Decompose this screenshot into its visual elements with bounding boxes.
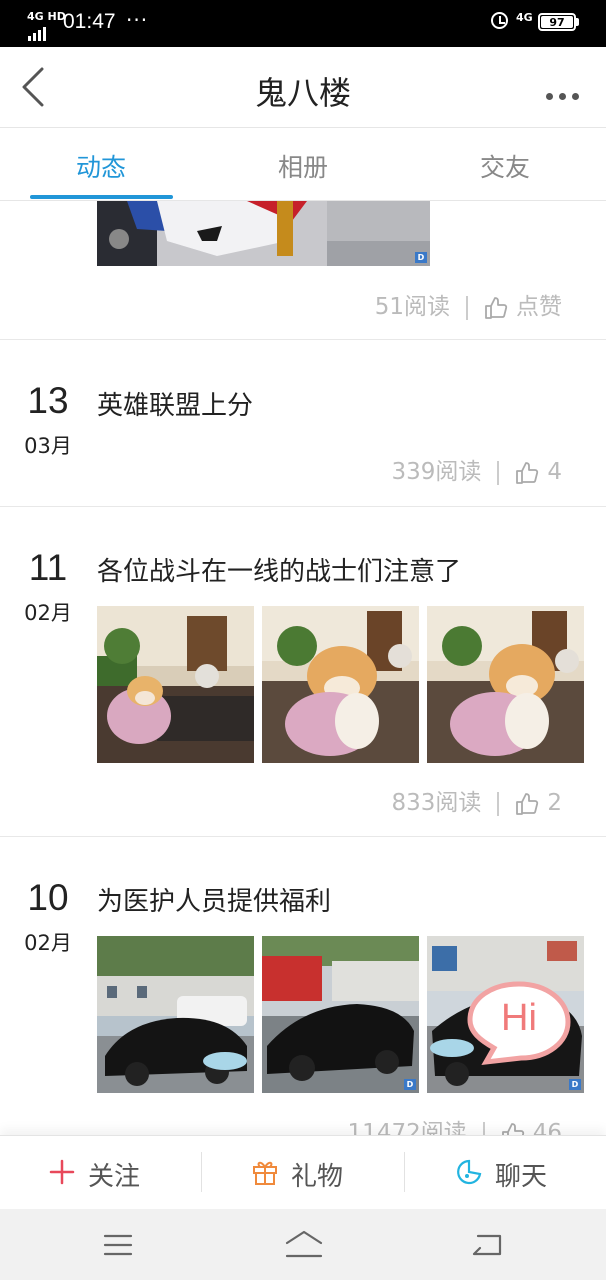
watermark-badge: D	[404, 1079, 416, 1090]
app-header: 鬼八楼	[0, 47, 606, 128]
post-month: 02月	[24, 601, 72, 625]
post-divider	[0, 836, 606, 837]
hi-chat-bubble[interactable]: Hi	[466, 980, 572, 1066]
battery-icon: 97	[538, 13, 576, 31]
follow-label: 关注	[88, 1162, 141, 1192]
network-indicator: 4G HD	[27, 10, 66, 23]
post-image[interactable]	[97, 936, 254, 1093]
post-divider	[0, 339, 606, 340]
chat-button[interactable]: 聊天	[455, 1156, 575, 1192]
notification-dots: ···	[126, 8, 149, 32]
read-count: 339阅读	[391, 459, 482, 485]
car-photo-2	[262, 936, 419, 1093]
home-button[interactable]	[284, 1229, 324, 1261]
read-count: 833阅读	[391, 790, 482, 816]
gift-label: 礼物	[291, 1162, 344, 1192]
tab-friends[interactable]: 交友	[435, 148, 575, 184]
alarm-icon	[491, 12, 508, 29]
post-image[interactable]	[262, 606, 419, 763]
like-button[interactable]: 4	[515, 459, 562, 485]
like-count: 点赞	[516, 294, 562, 320]
tab-dynamics[interactable]: 动态	[31, 148, 171, 184]
post-month: 02月	[24, 931, 72, 955]
active-tab-indicator	[30, 195, 173, 199]
post-divider	[0, 506, 606, 507]
status-bar: 4G HD 01:47 ··· 4G 97	[0, 0, 606, 47]
menu-button[interactable]	[102, 1231, 134, 1259]
battery-cap	[576, 18, 579, 26]
post-stats: 339阅读 4	[391, 452, 562, 486]
post-stats: 833阅读 2	[391, 783, 562, 817]
post-image[interactable]	[427, 606, 584, 763]
chat-label: 聊天	[495, 1162, 548, 1192]
like-count: 2	[547, 790, 562, 816]
home-icon	[285, 1230, 323, 1258]
watermark-badge: D	[569, 1079, 581, 1090]
return-icon	[472, 1234, 502, 1256]
gift-icon	[253, 1161, 277, 1185]
tab-bar: 动态 相册 交友	[0, 128, 606, 201]
like-count: 4	[547, 459, 562, 485]
post-day: 11	[28, 547, 68, 588]
post-day: 10	[27, 877, 69, 918]
post-day: 13	[27, 380, 69, 421]
post-month: 03月	[24, 434, 72, 458]
chat-icon	[457, 1159, 482, 1185]
signal-icon	[28, 22, 48, 41]
like-button[interactable]: 点赞	[484, 294, 562, 320]
like-button[interactable]: 46	[501, 1120, 562, 1135]
battery-level: 97	[541, 16, 573, 29]
post-title[interactable]: 各位战斗在一线的战士们注意了	[97, 551, 461, 588]
motorcycle-photo	[97, 201, 430, 266]
action-divider	[201, 1152, 202, 1192]
action-bar: 关注 礼物 聊天	[0, 1135, 606, 1209]
post-title[interactable]: 为医护人员提供福利	[97, 881, 331, 918]
more-options-button[interactable]	[546, 85, 586, 100]
more-dot	[546, 93, 553, 100]
watermark-badge: D	[415, 252, 427, 263]
clock: 01:47	[63, 10, 116, 33]
like-count: 46	[532, 1120, 562, 1135]
menu-icon	[103, 1234, 133, 1256]
system-nav-bar	[0, 1209, 606, 1280]
read-count: 11472阅读	[347, 1120, 467, 1135]
read-count: 51阅读	[374, 294, 450, 320]
more-dot	[559, 93, 566, 100]
like-button[interactable]: 2	[515, 790, 562, 816]
post-image[interactable]	[97, 606, 254, 763]
post-image[interactable]: D	[262, 936, 419, 1093]
network-indicator-right: 4G	[516, 11, 533, 24]
cat-photo-3	[427, 606, 584, 763]
thumbs-up-icon	[485, 296, 508, 319]
cat-photo-2	[262, 606, 419, 763]
page-title: 鬼八楼	[254, 74, 351, 112]
action-divider	[404, 1152, 405, 1192]
follow-button[interactable]: 关注	[48, 1156, 168, 1192]
tab-album[interactable]: 相册	[233, 148, 373, 184]
cat-photo-1	[97, 606, 254, 763]
hi-label: Hi	[501, 997, 537, 1039]
post-image[interactable]: D	[97, 201, 430, 266]
plus-icon	[49, 1159, 75, 1185]
car-photo-1	[97, 936, 254, 1093]
stats-divider	[482, 1121, 485, 1135]
post-title[interactable]: 英雄联盟上分	[97, 385, 253, 422]
stats-divider	[497, 460, 500, 485]
post-stats: 11472阅读 46	[348, 1113, 562, 1135]
thumbs-up-icon	[516, 792, 539, 815]
post-stats: 51阅读 点赞	[375, 287, 562, 321]
gift-button[interactable]: 礼物	[251, 1156, 371, 1192]
thumbs-up-icon	[501, 1122, 524, 1135]
thumbs-up-icon	[516, 461, 539, 484]
stats-divider	[466, 295, 468, 320]
more-dot	[572, 93, 579, 100]
back-nav-button[interactable]	[470, 1231, 504, 1259]
stats-divider	[497, 791, 500, 816]
